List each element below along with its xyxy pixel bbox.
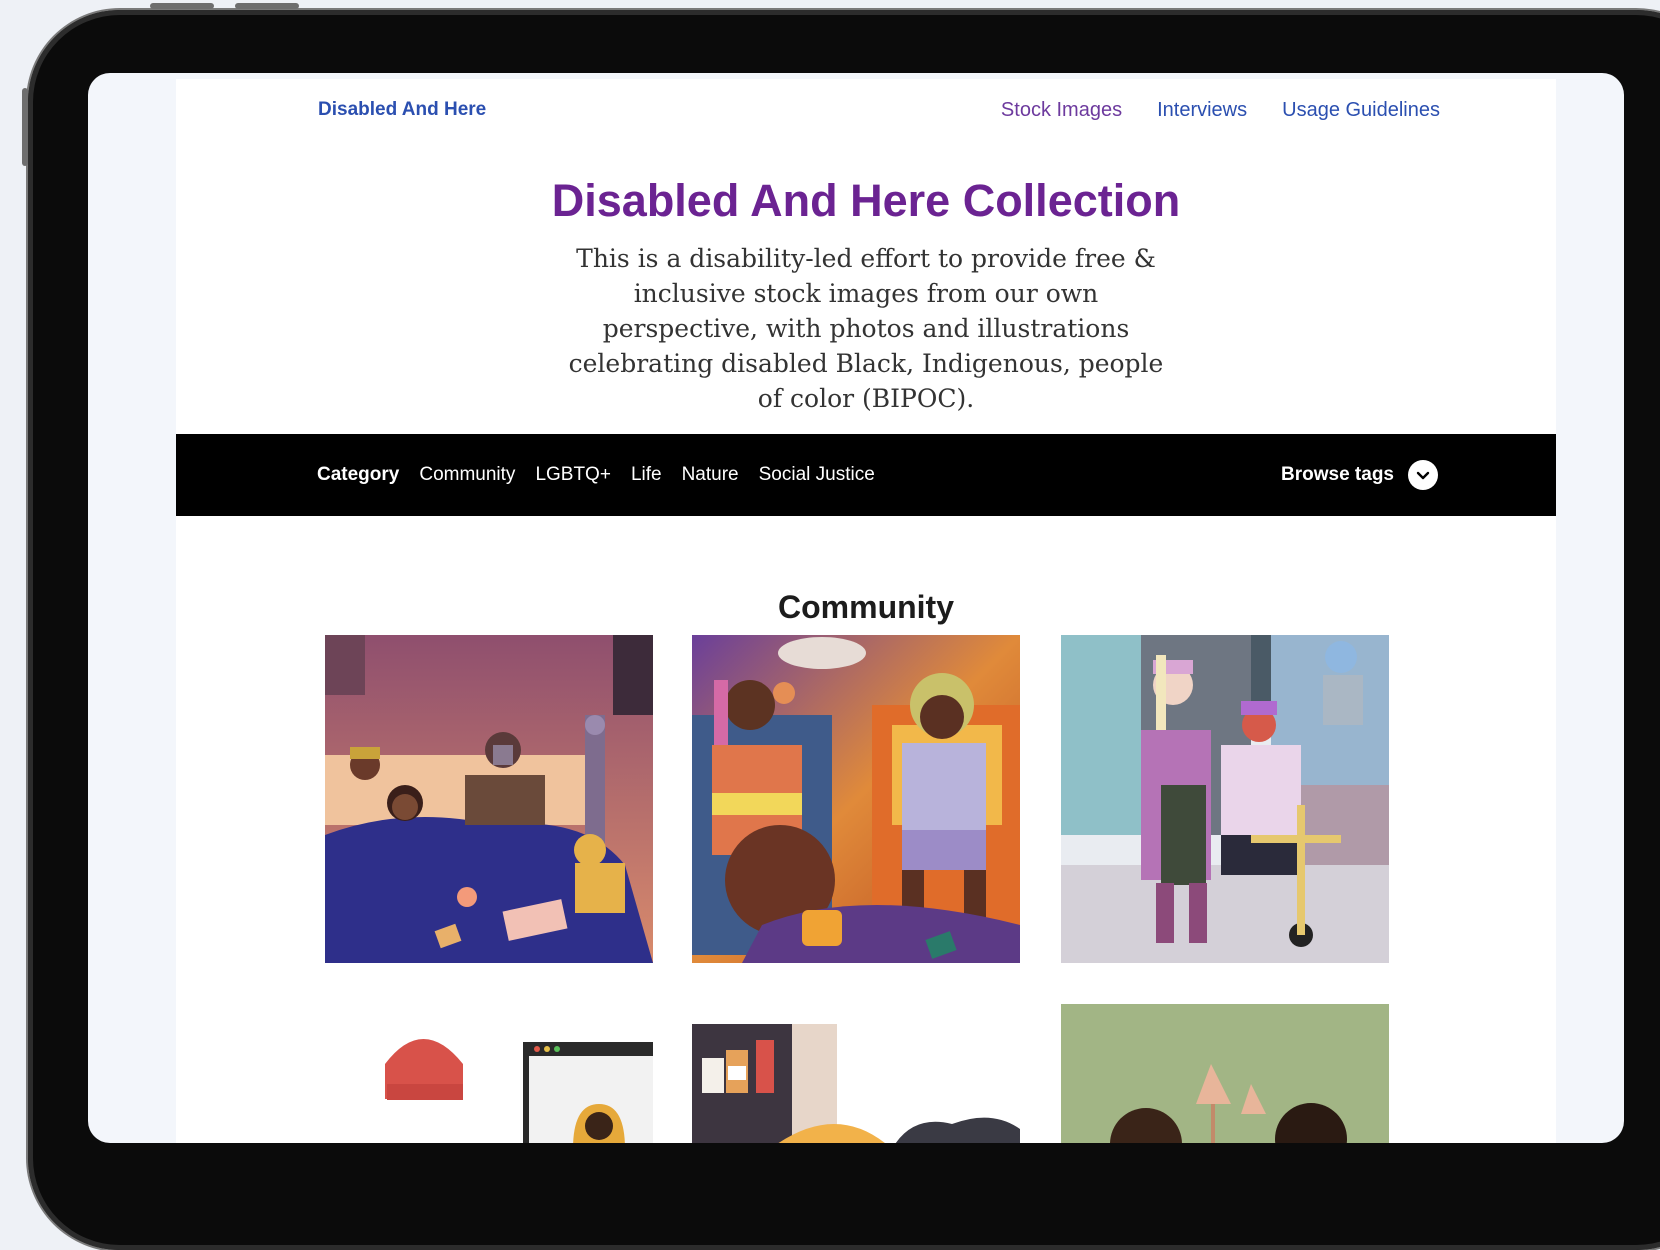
power-button bbox=[22, 88, 28, 166]
volume-down-button bbox=[235, 3, 299, 9]
image-tile-holding-hands[interactable] bbox=[692, 635, 1020, 963]
top-navigation: Stock Images Interviews Usage Guidelines bbox=[1001, 99, 1440, 122]
image-tile-friends-in-bed[interactable] bbox=[325, 635, 653, 963]
web-page: Disabled And Here Stock Images Interview… bbox=[176, 79, 1556, 1143]
image-tile-medicine-shelf[interactable] bbox=[692, 1004, 1020, 1143]
nav-usage-guidelines[interactable]: Usage Guidelines bbox=[1282, 99, 1440, 122]
intro-text: This is a disability-led effort to provi… bbox=[568, 244, 1164, 413]
page-title: Disabled And Here Collection bbox=[551, 175, 1181, 226]
category-bar: Category Community LGBTQ+ Life Nature So… bbox=[176, 434, 1556, 516]
category-life[interactable]: Life bbox=[631, 464, 662, 486]
nav-interviews[interactable]: Interviews bbox=[1157, 99, 1247, 122]
category-community[interactable]: Community bbox=[419, 464, 515, 486]
category-nature[interactable]: Nature bbox=[682, 464, 739, 486]
site-logo-link[interactable]: Disabled And Here bbox=[318, 99, 486, 121]
browse-tags-label: Browse tags bbox=[1281, 464, 1394, 485]
volume-up-button bbox=[150, 3, 214, 9]
category-heading: Category bbox=[317, 464, 400, 485]
chevron-down-icon[interactable] bbox=[1408, 460, 1438, 490]
image-tile-video-call[interactable] bbox=[325, 1004, 653, 1143]
category-social-justice[interactable]: Social Justice bbox=[759, 464, 875, 486]
section-title: Community bbox=[778, 589, 954, 625]
tablet-screen: Disabled And Here Stock Images Interview… bbox=[88, 73, 1624, 1143]
image-tile-lamps[interactable] bbox=[1061, 1004, 1389, 1143]
category-lgbtq[interactable]: LGBTQ+ bbox=[535, 464, 611, 486]
nav-stock-images[interactable]: Stock Images bbox=[1001, 99, 1122, 122]
browse-tags-toggle[interactable]: Browse tags bbox=[1281, 460, 1438, 490]
image-tile-street-scooter[interactable] bbox=[1061, 635, 1389, 963]
